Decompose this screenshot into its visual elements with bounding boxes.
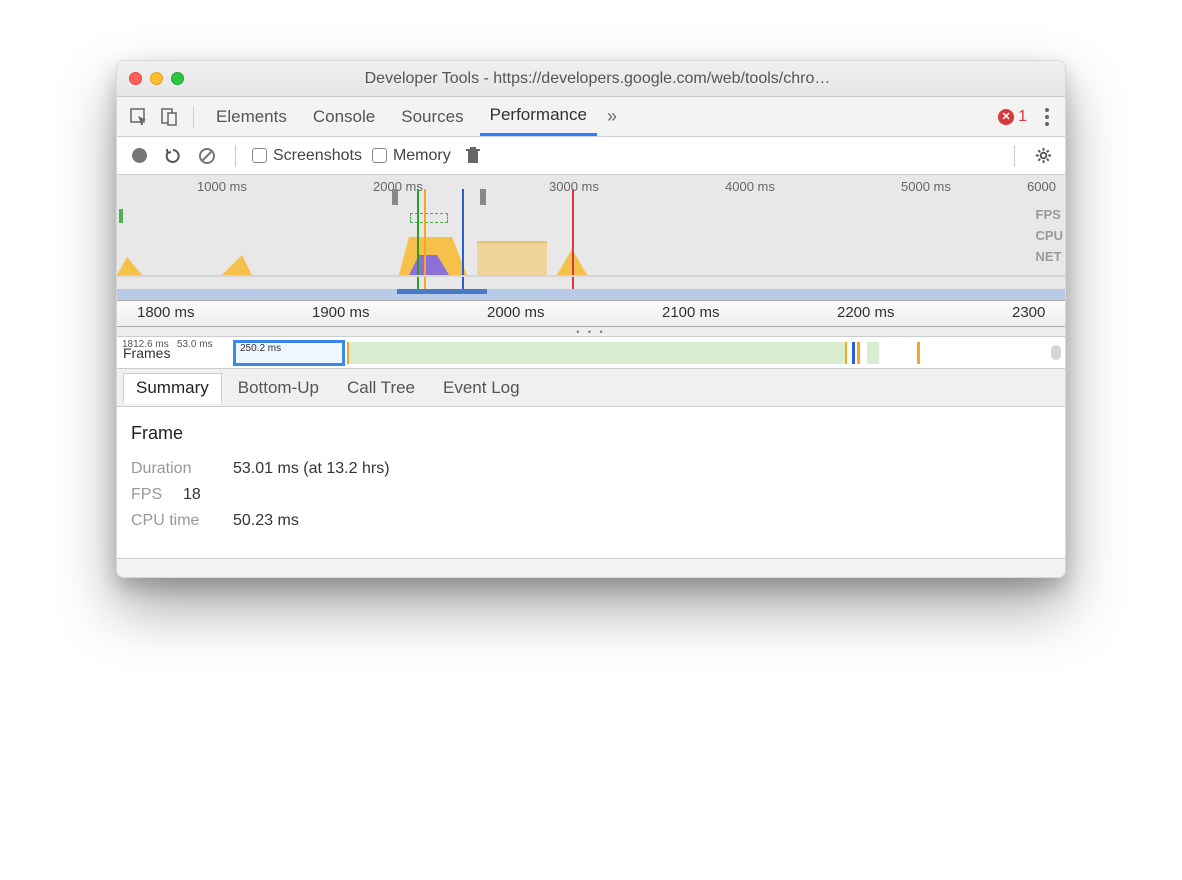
device-toolbar-icon[interactable] xyxy=(157,105,181,129)
frame-marker xyxy=(857,342,860,364)
separator xyxy=(235,145,236,167)
capture-settings-button[interactable] xyxy=(1031,144,1055,168)
duration-label: Duration xyxy=(131,460,221,478)
settings-menu-button[interactable] xyxy=(1039,102,1055,132)
fps-bar xyxy=(119,209,123,223)
tab-elements[interactable]: Elements xyxy=(206,98,297,136)
frames-track-label: Frames xyxy=(123,345,170,361)
overview-selection-handle-right[interactable] xyxy=(480,189,486,205)
tab-console[interactable]: Console xyxy=(303,98,385,136)
frames-track[interactable]: 1812.6 ms Frames 53.0 ms 250.2 ms xyxy=(117,337,1065,369)
performance-toolbar: Screenshots Memory xyxy=(117,137,1065,175)
screenshots-label: Screenshots xyxy=(273,147,362,165)
memory-checkbox[interactable]: Memory xyxy=(372,147,451,165)
tab-sources[interactable]: Sources xyxy=(391,98,473,136)
frame-marker xyxy=(867,342,879,364)
bottom-strip xyxy=(117,559,1065,577)
ruler-tick: 2100 ms xyxy=(662,304,720,321)
summary-title: Frame xyxy=(131,423,1051,444)
tab-bottom-up[interactable]: Bottom-Up xyxy=(226,374,331,402)
summary-row-duration: Duration 53.01 ms (at 13.2 hrs) xyxy=(131,460,1051,478)
clear-button[interactable] xyxy=(195,144,219,168)
net-bar xyxy=(117,289,1065,300)
devtools-tab-bar: Elements Console Sources Performance » ✕… xyxy=(117,97,1065,137)
tab-call-tree[interactable]: Call Tree xyxy=(335,374,427,402)
separator xyxy=(193,106,194,128)
net-label: NET xyxy=(1036,249,1063,264)
separator xyxy=(1014,145,1015,167)
cpu-time-label: CPU time xyxy=(131,512,221,530)
titlebar: Developer Tools - https://developers.goo… xyxy=(117,61,1065,97)
frame-time-label: 250.2 ms xyxy=(240,343,281,354)
tab-performance[interactable]: Performance xyxy=(480,98,597,136)
reload-record-button[interactable] xyxy=(161,144,185,168)
frame-marker xyxy=(852,342,855,364)
detail-tab-bar: Summary Bottom-Up Call Tree Event Log xyxy=(117,369,1065,407)
overview-track-labels: FPS CPU NET xyxy=(1036,207,1063,264)
cpu-chart xyxy=(117,227,1065,277)
ruler-tick: 2000 ms xyxy=(487,304,545,321)
devtools-window: Developer Tools - https://developers.goo… xyxy=(116,60,1066,578)
overview-selection-handle-left[interactable] xyxy=(392,189,398,205)
ruler-tick: 2300 xyxy=(1012,304,1045,321)
frame-block[interactable] xyxy=(347,342,847,364)
cpu-label: CPU xyxy=(1036,228,1063,243)
screenshots-checkbox[interactable]: Screenshots xyxy=(252,147,362,165)
error-count-badge[interactable]: ✕ 1 xyxy=(998,108,1027,126)
summary-row-cpu: CPU time 50.23 ms xyxy=(131,512,1051,530)
cpu-baseline xyxy=(117,275,1065,277)
summary-panel: Frame Duration 53.01 ms (at 13.2 hrs) FP… xyxy=(117,407,1065,559)
overview-timeline[interactable]: 1000 ms 2000 ms 3000 ms 4000 ms 5000 ms … xyxy=(117,175,1065,301)
close-button[interactable] xyxy=(129,72,142,85)
garbage-collect-button[interactable] xyxy=(461,144,485,168)
marker-line-green xyxy=(417,189,419,300)
checkbox-icon xyxy=(372,148,387,163)
overview-tick: 1000 ms xyxy=(197,179,247,194)
summary-row-fps: FPS 18 xyxy=(131,486,1051,504)
checkbox-icon xyxy=(252,148,267,163)
tab-event-log[interactable]: Event Log xyxy=(431,374,532,402)
fps-bar xyxy=(410,213,448,223)
inspect-element-icon[interactable] xyxy=(127,105,151,129)
overview-tick: 6000 xyxy=(1027,179,1056,194)
marker-line-orange xyxy=(424,189,426,300)
collapsed-tracks-indicator[interactable]: • • • xyxy=(117,327,1065,337)
error-count-value: 1 xyxy=(1018,108,1027,126)
detail-ruler[interactable]: 1800 ms 1900 ms 2000 ms 2100 ms 2200 ms … xyxy=(117,301,1065,327)
cpu-time-value: 50.23 ms xyxy=(233,512,299,530)
marker-line-red xyxy=(572,189,574,300)
marker-line-blue xyxy=(462,189,464,300)
ruler-tick: 1900 ms xyxy=(312,304,370,321)
tab-summary[interactable]: Summary xyxy=(123,373,222,404)
duration-value: 53.01 ms (at 13.2 hrs) xyxy=(233,460,390,478)
frame-selected[interactable]: 250.2 ms xyxy=(233,340,345,366)
fps-label: FPS xyxy=(131,486,171,504)
record-button[interactable] xyxy=(127,144,151,168)
ruler-tick: 2200 ms xyxy=(837,304,895,321)
window-title: Developer Tools - https://developers.goo… xyxy=(142,70,1053,88)
frame-time-label: 53.0 ms xyxy=(177,339,213,350)
overview-tick: 5000 ms xyxy=(901,179,951,194)
error-icon: ✕ xyxy=(998,109,1014,125)
overview-ticks: 1000 ms 2000 ms 3000 ms 4000 ms 5000 ms … xyxy=(117,177,1065,193)
fps-label: FPS xyxy=(1036,207,1063,222)
fps-value: 18 xyxy=(183,486,201,504)
overview-tick: 4000 ms xyxy=(725,179,775,194)
scrollbar-handle[interactable] xyxy=(1051,345,1061,360)
memory-label: Memory xyxy=(393,147,451,165)
more-tabs-button[interactable]: » xyxy=(607,106,617,127)
frame-marker xyxy=(917,342,920,364)
ruler-tick: 1800 ms xyxy=(137,304,195,321)
